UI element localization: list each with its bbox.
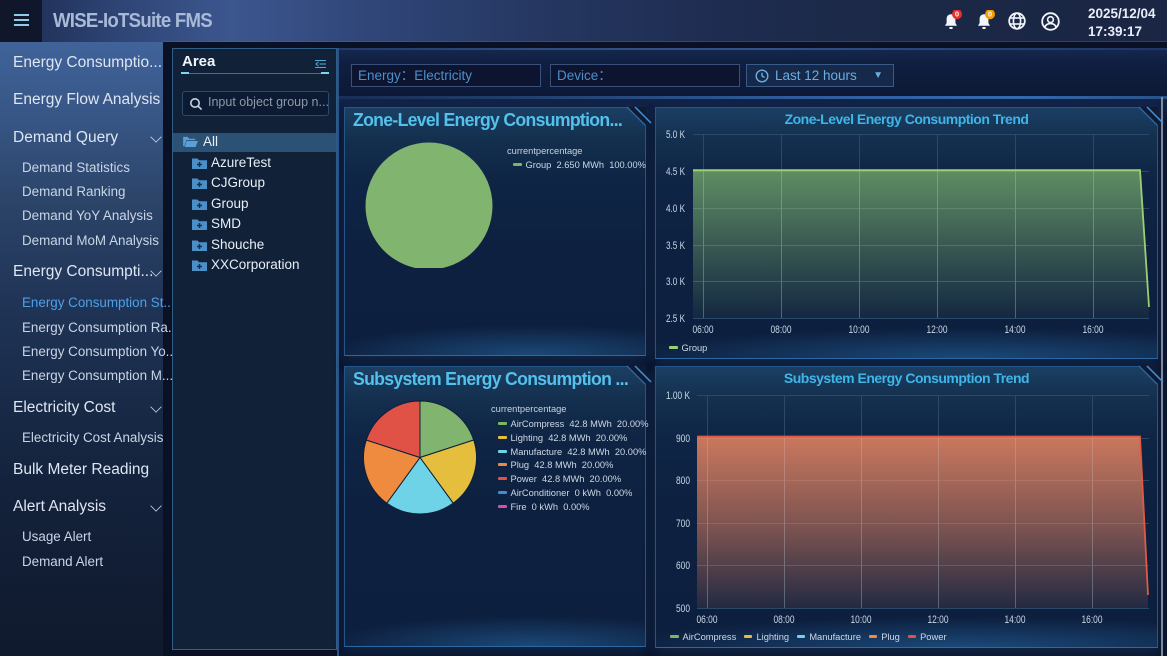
svg-text:5.0 K: 5.0 K xyxy=(666,129,685,141)
svg-text:16:00: 16:00 xyxy=(1083,324,1104,336)
svg-text:4.5 K: 4.5 K xyxy=(666,166,685,178)
svg-text:3.5 K: 3.5 K xyxy=(666,240,685,252)
svg-text:06:00: 06:00 xyxy=(697,614,718,626)
svg-text:10:00: 10:00 xyxy=(851,614,872,626)
svg-text:0: 0 xyxy=(955,10,959,19)
svg-text:12:00: 12:00 xyxy=(928,614,949,626)
svg-text:16:00: 16:00 xyxy=(1082,614,1103,626)
svg-text:500: 500 xyxy=(676,603,690,615)
svg-text:08:00: 08:00 xyxy=(771,324,792,336)
svg-text:700: 700 xyxy=(676,518,690,530)
svg-text:800: 800 xyxy=(676,475,690,487)
svg-text:12:00: 12:00 xyxy=(927,324,948,336)
svg-text:2.5 K: 2.5 K xyxy=(666,313,685,325)
svg-text:900: 900 xyxy=(676,433,690,445)
svg-text:0: 0 xyxy=(988,10,992,19)
svg-text:08:00: 08:00 xyxy=(774,614,795,626)
svg-text:4.0 K: 4.0 K xyxy=(666,203,685,215)
svg-text:1.00 K: 1.00 K xyxy=(666,390,690,402)
svg-text:06:00: 06:00 xyxy=(693,324,714,336)
svg-text:10:00: 10:00 xyxy=(849,324,870,336)
svg-text:600: 600 xyxy=(676,560,690,572)
svg-text:14:00: 14:00 xyxy=(1005,614,1026,626)
svg-text:3.0 K: 3.0 K xyxy=(666,276,685,288)
svg-text:14:00: 14:00 xyxy=(1005,324,1026,336)
